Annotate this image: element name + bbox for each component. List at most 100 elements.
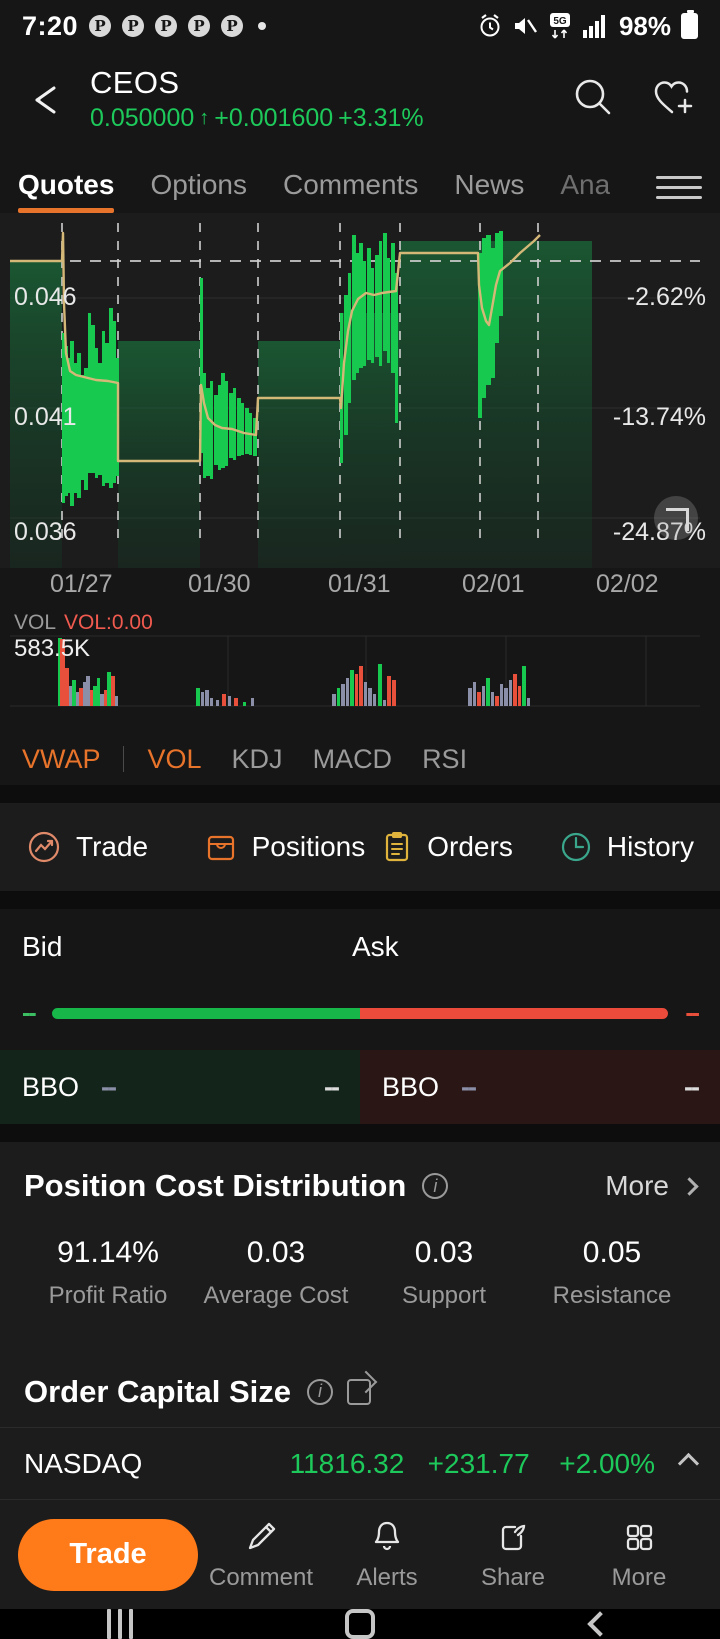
bottom-action-comment[interactable]: Comment xyxy=(198,1518,324,1592)
pinterest-icon xyxy=(188,15,211,37)
bell-icon xyxy=(374,1521,400,1550)
index-change: +231.77 xyxy=(427,1447,530,1479)
position-cost-stats: 91.14% Profit Ratio 0.03 Average Cost 0.… xyxy=(24,1236,696,1310)
bid-bbo-row[interactable]: BBO -- -- xyxy=(0,1050,360,1124)
bottom-action-alerts[interactable]: Alerts xyxy=(324,1518,450,1592)
home-icon xyxy=(345,1609,375,1639)
status-bar-right: 5G 98% xyxy=(478,10,698,42)
ask-bbo-row[interactable]: BBO -- -- xyxy=(360,1050,720,1124)
pinterest-icon xyxy=(122,15,145,37)
bottom-action-label: Alerts xyxy=(356,1563,418,1591)
position-cost-title: Position Cost Distribution xyxy=(24,1168,407,1203)
fullscreen-expand-icon[interactable] xyxy=(654,496,698,540)
android-navigation-bar xyxy=(0,1609,720,1639)
nav-back-button[interactable] xyxy=(480,1611,720,1637)
volume-legend-value: VOL:0.00 xyxy=(64,611,153,634)
chart-x-label: 02/02 xyxy=(596,570,659,598)
chart-y-left-label: 0.046 xyxy=(14,283,77,311)
bottom-action-bar: Trade Comment Alerts Share More xyxy=(0,1499,720,1609)
chevron-right-icon xyxy=(680,1176,699,1196)
stat-label: Profit Ratio xyxy=(48,1282,168,1309)
bottom-action-label: Comment xyxy=(208,1563,314,1591)
tab-options[interactable]: Options xyxy=(150,169,247,213)
trade-action-label: Trade xyxy=(76,831,149,862)
price-change-percent: +3.31% xyxy=(338,104,424,133)
volume-chart[interactable]: VOL VOL:0.00 583.5K xyxy=(0,608,720,733)
indicator-separator xyxy=(122,746,124,772)
position-cost-distribution: Position Cost Distribution i More 91.14%… xyxy=(0,1142,720,1342)
chart-y-right-label: -13.74% xyxy=(612,403,706,431)
bid-side-dash: -- xyxy=(22,999,37,1027)
search-icon[interactable] xyxy=(572,76,614,123)
trade-actions-row: Trade Positions Orders History xyxy=(0,803,720,891)
chart-x-label: 02/01 xyxy=(462,570,525,598)
info-icon[interactable]: i xyxy=(422,1173,449,1199)
volume-legend-label: VOL xyxy=(14,611,57,634)
bottom-action-share[interactable]: Share xyxy=(450,1518,576,1592)
chart-x-label: 01/30 xyxy=(188,570,251,598)
last-price: 0.050000 xyxy=(90,104,195,133)
info-icon[interactable]: i xyxy=(307,1378,334,1405)
share-box-icon xyxy=(501,1524,526,1550)
nav-recents-button[interactable] xyxy=(0,1609,240,1639)
heart-plus-icon[interactable] xyxy=(652,76,696,123)
nav-home-button[interactable] xyxy=(240,1609,480,1639)
bid-bbo-label: BBO xyxy=(22,1071,80,1102)
ask-bbo-price: -- xyxy=(461,1071,477,1102)
stat-value: 91.14% xyxy=(57,1236,159,1269)
chevron-up-icon[interactable] xyxy=(677,1452,700,1475)
history-action-label: History xyxy=(606,831,694,862)
indicator-rsi[interactable]: RSI xyxy=(422,744,467,775)
trade-action-orders[interactable]: Orders xyxy=(381,830,559,864)
ask-side-dash: -- xyxy=(685,999,700,1027)
price-change: +0.001600 xyxy=(214,104,334,133)
bid-label: Bid xyxy=(22,931,63,962)
back-arrow-icon[interactable] xyxy=(24,77,70,123)
tab-comments[interactable]: Comments xyxy=(283,169,418,213)
status-bar: 7:20 5G xyxy=(0,0,720,52)
index-change-percent: +2.00% xyxy=(559,1447,655,1479)
bottom-action-label: More xyxy=(611,1563,667,1591)
trade-button[interactable]: Trade xyxy=(18,1518,198,1591)
chart-x-label: 01/31 xyxy=(328,570,391,598)
indicator-vol[interactable]: VOL xyxy=(148,744,202,775)
trade-action-history[interactable]: History xyxy=(559,830,694,864)
indicator-macd[interactable]: MACD xyxy=(313,744,393,775)
trade-action-positions[interactable]: Positions xyxy=(204,830,382,864)
trade-action-trade[interactable]: Trade xyxy=(26,829,204,865)
ask-label: Ask xyxy=(352,931,399,962)
price-chart-svg xyxy=(0,213,720,568)
clipboard-icon xyxy=(386,832,409,862)
section-tabs: Quotes Options Comments News Ana xyxy=(0,147,720,213)
recents-icon xyxy=(107,1609,133,1639)
tab-quotes[interactable]: Quotes xyxy=(18,169,115,213)
index-value: 11816.32 xyxy=(289,1447,405,1479)
quote-summary: 0.050000 ↑ +0.001600 +3.31% xyxy=(90,104,424,133)
clock-icon xyxy=(561,832,590,862)
index-name: NASDAQ xyxy=(24,1447,143,1479)
indicator-tabs: VWAP VOL KDJ MACD RSI xyxy=(0,733,720,785)
tab-analysis[interactable]: Ana xyxy=(560,169,610,213)
chart-y-left-label: 0.036 xyxy=(14,518,77,546)
bbo-rows: BBO -- -- BBO -- -- xyxy=(0,1050,720,1124)
bid-ask-panel: Bid Ask -- -- BBO -- -- BBO -- -- xyxy=(0,909,720,1124)
tab-news[interactable]: News xyxy=(454,169,524,213)
price-up-arrow-icon: ↑ xyxy=(199,107,210,130)
stat-average-cost: 0.03 Average Cost xyxy=(192,1236,360,1310)
position-cost-more-button[interactable]: More xyxy=(605,1170,699,1202)
alarm-icon xyxy=(480,14,500,37)
hamburger-menu-icon[interactable] xyxy=(656,176,702,213)
stat-value: 0.03 xyxy=(414,1236,474,1269)
trade-chart-circle-icon xyxy=(28,831,60,863)
price-chart[interactable]: 0.046 0.041 0.036 -2.62% -13.74% -24.87% xyxy=(0,213,720,568)
header-actions xyxy=(572,76,696,123)
mute-icon xyxy=(514,18,537,34)
share-icon[interactable] xyxy=(347,1378,372,1405)
bottom-action-more[interactable]: More xyxy=(576,1518,702,1592)
svg-text:5G: 5G xyxy=(553,16,567,27)
index-row-nasdaq[interactable]: NASDAQ 11816.32 +231.77 +2.00% xyxy=(0,1427,720,1499)
indicator-kdj[interactable]: KDJ xyxy=(232,744,283,775)
signal-bars-icon xyxy=(582,14,605,38)
indicator-vwap[interactable]: VWAP xyxy=(22,744,101,775)
pinterest-icon xyxy=(155,15,178,37)
